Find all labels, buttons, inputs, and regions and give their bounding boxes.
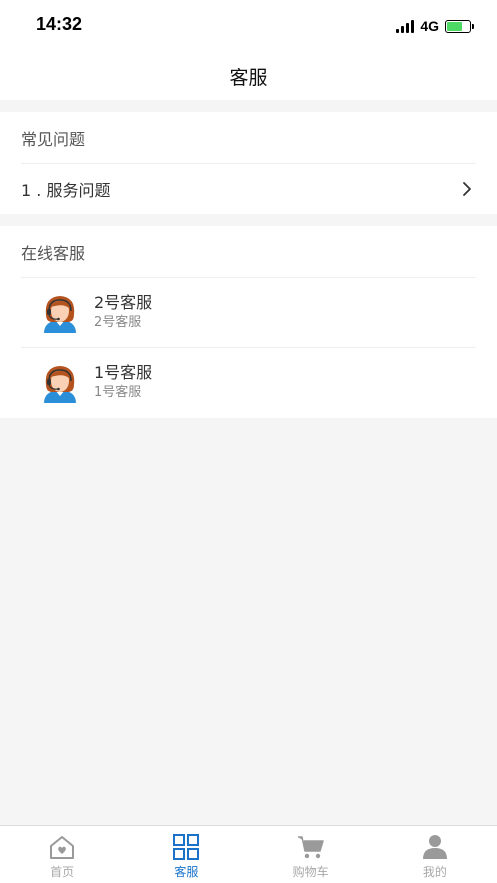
tab-label: 客服: [174, 865, 199, 879]
status-indicators: 4G: [396, 16, 474, 36]
tab-label: 我的: [422, 865, 447, 879]
home-icon: [50, 836, 75, 859]
grid-icon: [173, 834, 200, 860]
faq-section: 常见问题 1 . 服务问题: [0, 112, 497, 214]
nav-bar: 客服: [0, 52, 497, 100]
cart-icon: [297, 836, 324, 859]
user-icon: [422, 835, 447, 859]
tab-service[interactable]: 客服: [124, 826, 248, 883]
signal-icon: [396, 19, 415, 33]
faq-item-label: 1 . 服务问题: [21, 181, 111, 200]
agent-name: 1号客服: [94, 363, 153, 382]
page-title: 客服: [229, 66, 268, 89]
agent-subtitle: 2号客服: [94, 315, 142, 330]
tab-label: 首页: [50, 865, 75, 879]
tab-home[interactable]: 首页: [0, 826, 124, 883]
online-service-section: 在线客服 2号客服 2号客服 1号客服 1号客服: [0, 226, 497, 418]
online-service-header: 在线客服: [21, 243, 86, 263]
agent-avatar-icon: [44, 295, 76, 333]
tab-cart[interactable]: 购物车: [249, 826, 373, 883]
network-label: 4G: [420, 18, 439, 34]
tab-bar: 首页 客服 购物车 我的: [0, 825, 497, 883]
tab-mine[interactable]: 我的: [373, 826, 497, 883]
chevron-right-icon: [463, 182, 471, 196]
faq-header: 常见问题: [21, 129, 86, 149]
agent-name: 2号客服: [94, 293, 153, 312]
status-bar: 14:32 4G: [0, 0, 497, 52]
agent-subtitle: 1号客服: [94, 385, 142, 400]
battery-icon: [445, 19, 474, 33]
tab-label: 购物车: [292, 865, 329, 879]
agent-item-2[interactable]: 2号客服 2号客服: [0, 278, 497, 347]
agent-item-1[interactable]: 1号客服 1号客服: [0, 348, 497, 417]
faq-item-service[interactable]: 1 . 服务问题: [0, 164, 497, 214]
status-time: 14:32: [36, 14, 83, 34]
agent-avatar-icon: [44, 365, 76, 403]
